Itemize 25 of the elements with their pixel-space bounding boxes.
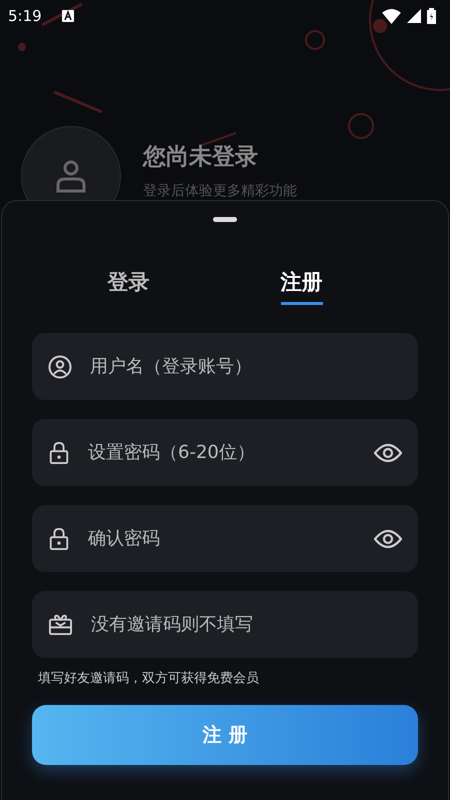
input-field[interactable]: 用户名（登录账号） (88, 355, 402, 378)
field-background[interactable]: 确认密码 (32, 505, 418, 572)
invite-hint: 填写好友邀请码，双方可获得免费会员 (38, 670, 259, 687)
drag-handle[interactable] (213, 217, 237, 222)
login-status-title: 您尚未登录 (143, 142, 259, 172)
tab[interactable]: 登录 (108, 262, 150, 305)
tab[interactable]: 注册 (280, 262, 322, 305)
lock-icon (48, 440, 70, 464)
input-field[interactable]: 设置密码（6-20位） (86, 441, 358, 464)
battery-icon (427, 8, 436, 24)
eye-icon[interactable] (374, 442, 402, 462)
signal-icon (407, 9, 421, 23)
input-field[interactable]: 确认密码 (86, 527, 358, 550)
status-time: 5:19 (8, 7, 42, 25)
user-icon (48, 354, 72, 378)
field-background[interactable]: 用户名（登录账号） (32, 333, 418, 400)
lock-icon (48, 526, 70, 550)
field-background[interactable]: 没有邀请码则不填写 (32, 591, 418, 658)
gift-card-icon (48, 613, 73, 636)
login-status-subtitle: 登录后体验更多精彩功能 (143, 182, 297, 200)
eye-icon[interactable] (374, 528, 402, 548)
wifi-icon (382, 8, 401, 24)
input-field[interactable]: 没有邀请码则不填写 (89, 613, 402, 636)
field-background[interactable]: 设置密码（6-20位） (32, 419, 418, 486)
keyboard-notification-icon (62, 10, 74, 22)
